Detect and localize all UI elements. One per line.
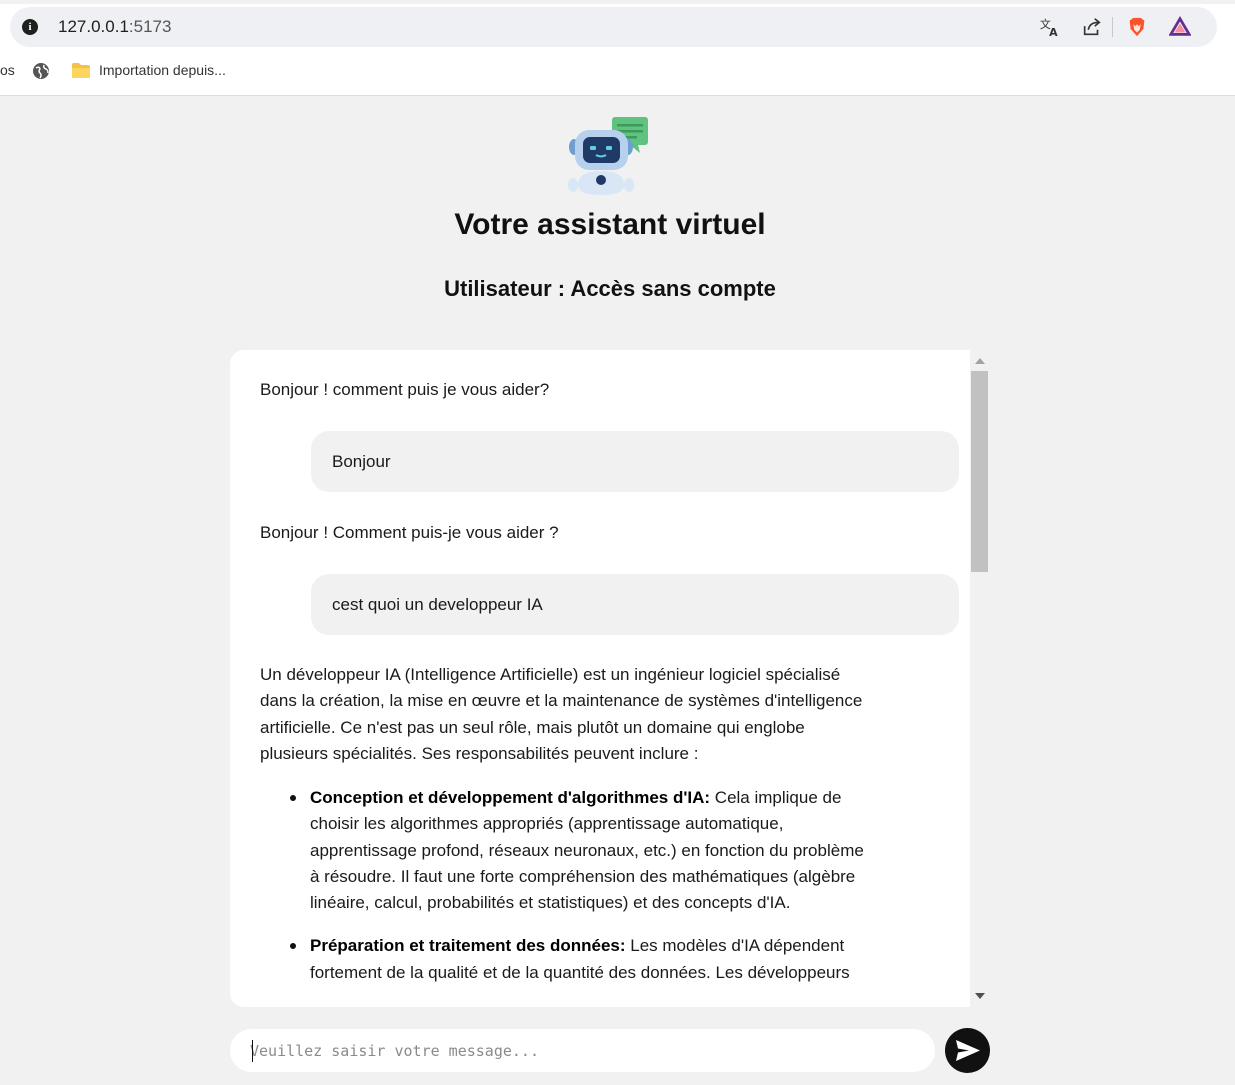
tab-strip-edge [0,0,1235,4]
brave-rewards-icon[interactable] [1169,16,1191,38]
chat-scrollbar[interactable] [970,350,989,1007]
bookmark-folder-label[interactable]: Importation depuis... [99,62,226,78]
bot-message: Bonjour ! comment puis je vous aider? [260,380,550,399]
list-item: Conception et développement d'algorithme… [290,785,870,916]
list-item-title: Préparation et traitement des données: [310,936,626,956]
scroll-down-arrow-icon[interactable] [975,993,985,999]
bookmark-cut-label[interactable]: os [0,62,15,78]
send-icon [956,1040,980,1061]
text-caret [252,1040,253,1062]
message-input[interactable] [250,1029,920,1072]
share-icon[interactable] [1081,16,1103,38]
chat-messages: Bonjour ! comment puis je vous aider? Bo… [230,350,970,1007]
bot-message: Un développeur IA (Intelligence Artifici… [260,665,863,763]
address-bar[interactable]: i 127.0.0.1:5173 文 A [10,7,1217,47]
message-input-container [230,1029,935,1072]
robot-chat-icon [568,117,648,195]
bookmarks-bar: os Importation depuis... [0,56,1235,86]
list-item: Préparation et traitement des données: L… [290,933,870,986]
globe-icon[interactable] [32,62,50,80]
url-text[interactable]: 127.0.0.1:5173 [58,17,171,37]
user-status: Utilisateur : Accès sans compte [444,276,776,301]
list-item-title: Conception et développement d'algorithme… [310,788,711,807]
translate-icon[interactable]: 文 A [1039,16,1061,38]
bot-message: Bonjour ! Comment puis-je vous aider ? [260,523,559,542]
info-icon[interactable]: i [22,19,38,35]
browser-chrome: i 127.0.0.1:5173 文 A os Importation depu… [0,0,1235,96]
brave-shield-icon[interactable] [1126,16,1148,38]
scrollbar-thumb[interactable] [971,371,988,572]
user-message: cest quoi un developpeur IA [311,574,959,635]
toolbar-separator [1112,17,1113,37]
bot-message-list: Conception et développement d'algorithme… [290,785,870,1003]
folder-icon[interactable] [71,62,91,79]
chat-panel[interactable]: Bonjour ! comment puis je vous aider? Bo… [230,350,989,1007]
scroll-up-arrow-icon[interactable] [975,358,985,364]
page-title: Votre assistant virtuel [454,208,766,241]
user-message: Bonjour [311,431,959,492]
svg-text:A: A [1049,26,1058,38]
send-button[interactable] [945,1028,990,1073]
